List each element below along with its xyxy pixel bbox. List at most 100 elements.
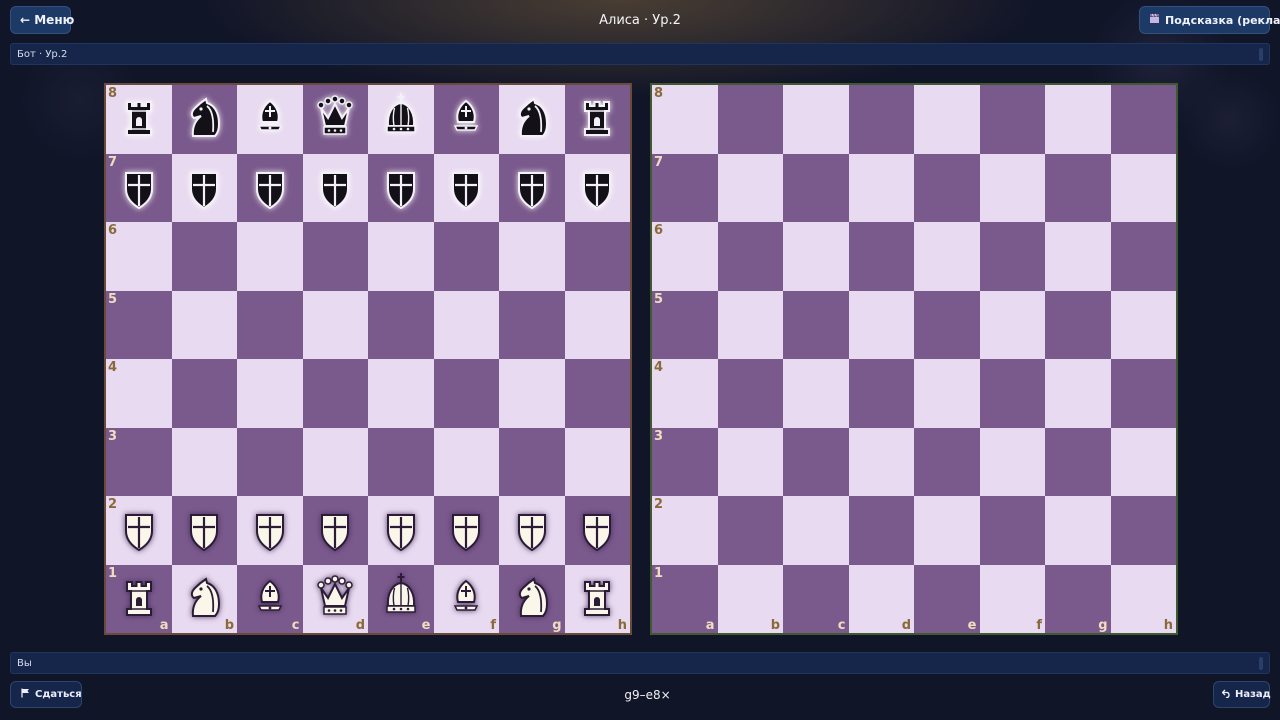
opponent-bar-scrollbar[interactable] [1259,48,1263,61]
left-square-e4[interactable] [368,359,434,428]
right-square-g5[interactable] [1045,290,1111,359]
white-pawn-icon[interactable] [378,507,424,553]
black-knight-icon[interactable] [181,96,227,142]
left-square-g7[interactable] [499,153,565,222]
white-knight-icon[interactable] [181,576,227,622]
left-square-a8[interactable]: 8 [106,85,172,154]
right-square-b3[interactable] [717,427,783,496]
left-square-g3[interactable] [499,427,565,496]
left-square-h4[interactable] [564,359,630,428]
left-square-b7[interactable] [171,153,237,222]
right-square-g1[interactable]: g [1045,564,1111,633]
right-square-e8[interactable] [914,85,980,154]
black-pawn-icon[interactable] [509,165,555,211]
left-square-d7[interactable] [302,153,368,222]
right-square-d2[interactable] [848,496,914,565]
right-square-h7[interactable] [1110,153,1176,222]
left-square-f3[interactable] [433,427,499,496]
right-square-c6[interactable] [783,222,849,291]
right-square-d8[interactable] [848,85,914,154]
white-bishop-icon[interactable] [443,576,489,622]
black-knight-icon[interactable] [509,96,555,142]
left-square-e6[interactable] [368,222,434,291]
right-square-d7[interactable] [848,153,914,222]
left-square-e3[interactable] [368,427,434,496]
left-square-f5[interactable] [433,290,499,359]
resign-button[interactable]: Сдаться [10,681,82,708]
left-square-b3[interactable] [171,427,237,496]
white-bishop-icon[interactable] [247,576,293,622]
right-square-h2[interactable] [1110,496,1176,565]
right-square-c7[interactable] [783,153,849,222]
right-square-b1[interactable]: b [717,564,783,633]
left-square-a3[interactable]: 3 [106,427,172,496]
right-square-b8[interactable] [717,85,783,154]
left-square-g6[interactable] [499,222,565,291]
left-square-h2[interactable] [564,496,630,565]
left-square-d6[interactable] [302,222,368,291]
left-square-a5[interactable]: 5 [106,290,172,359]
left-square-d4[interactable] [302,359,368,428]
black-pawn-icon[interactable] [181,165,227,211]
white-rook-icon[interactable] [116,576,162,622]
left-square-h1[interactable]: h [564,564,630,633]
right-square-g2[interactable] [1045,496,1111,565]
right-square-h4[interactable] [1110,359,1176,428]
right-square-e4[interactable] [914,359,980,428]
left-square-b1[interactable]: b [171,564,237,633]
left-square-c1[interactable]: c [237,564,303,633]
right-square-e1[interactable]: e [914,564,980,633]
left-square-c7[interactable] [237,153,303,222]
black-pawn-icon[interactable] [443,165,489,211]
right-square-g7[interactable] [1045,153,1111,222]
black-queen-icon[interactable] [312,95,358,142]
left-square-c4[interactable] [237,359,303,428]
right-square-c8[interactable] [783,85,849,154]
back-button[interactable]: Назад [1213,681,1271,708]
black-pawn-icon[interactable] [378,165,424,211]
right-square-d3[interactable] [848,427,914,496]
black-bishop-icon[interactable] [443,96,489,142]
left-square-f2[interactable] [433,496,499,565]
left-square-c8[interactable] [237,85,303,154]
right-square-b7[interactable] [717,153,783,222]
right-square-b2[interactable] [717,496,783,565]
right-square-f7[interactable] [979,153,1045,222]
right-square-c4[interactable] [783,359,849,428]
right-square-h8[interactable] [1110,85,1176,154]
right-square-d1[interactable]: d [848,564,914,633]
right-square-c1[interactable]: c [783,564,849,633]
left-square-g4[interactable] [499,359,565,428]
left-square-d8[interactable] [302,85,368,154]
right-square-g4[interactable] [1045,359,1111,428]
player-bar-scrollbar[interactable] [1259,657,1263,670]
hint-button[interactable]: Подсказка (реклама) [1139,6,1280,34]
left-square-e7[interactable] [368,153,434,222]
left-square-f4[interactable] [433,359,499,428]
left-square-b5[interactable] [171,290,237,359]
left-square-e8[interactable] [368,85,434,154]
right-square-a3[interactable]: 3 [652,427,718,496]
left-square-h7[interactable] [564,153,630,222]
right-square-a1[interactable]: 1a [652,564,718,633]
black-pawn-icon[interactable] [312,165,358,211]
left-square-h5[interactable] [564,290,630,359]
right-square-e6[interactable] [914,222,980,291]
left-square-g5[interactable] [499,290,565,359]
right-square-a4[interactable]: 4 [652,359,718,428]
left-square-a6[interactable]: 6 [106,222,172,291]
left-square-e1[interactable]: e [368,564,434,633]
right-square-e2[interactable] [914,496,980,565]
right-square-c3[interactable] [783,427,849,496]
left-square-e2[interactable] [368,496,434,565]
right-square-a6[interactable]: 6 [652,222,718,291]
left-square-f8[interactable] [433,85,499,154]
left-square-h6[interactable] [564,222,630,291]
right-square-d4[interactable] [848,359,914,428]
left-square-d1[interactable]: d [302,564,368,633]
left-square-g1[interactable]: g [499,564,565,633]
left-square-b2[interactable] [171,496,237,565]
right-square-b6[interactable] [717,222,783,291]
right-square-f1[interactable]: f [979,564,1045,633]
left-square-h8[interactable] [564,85,630,154]
